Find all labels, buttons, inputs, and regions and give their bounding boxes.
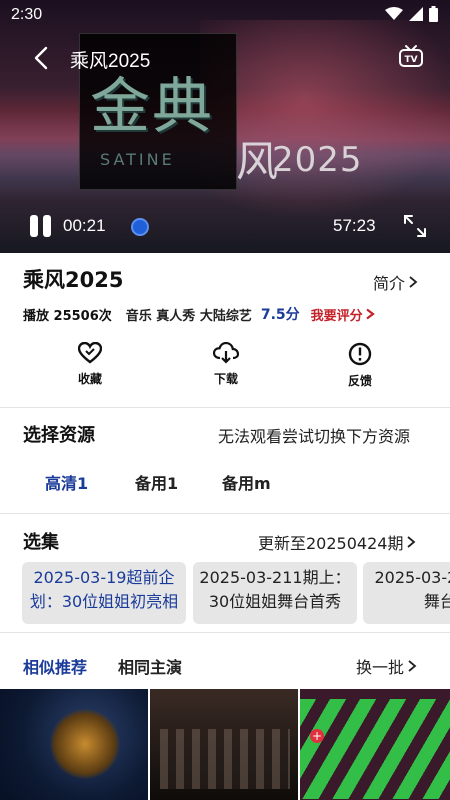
refresh-label: 换一批 <box>356 658 405 677</box>
divider <box>0 632 450 633</box>
source-tab-backup1[interactable]: 备用1 <box>135 470 178 494</box>
chevron-right-icon <box>409 276 418 288</box>
episode-update-link[interactable]: 更新至20250424期 <box>258 530 416 554</box>
recommend-thumbnail[interactable]: + <box>300 689 450 800</box>
svg-text:TV: TV <box>404 55 417 65</box>
chevron-right-icon <box>365 308 375 320</box>
intro-label: 简介 <box>373 274 406 293</box>
player-title: 乘风2025 <box>70 51 151 72</box>
pause-bar-right <box>43 215 51 237</box>
show-meta: 播放 25506次 音乐 真人秀 大陆综艺 7.5分 我要评分 <box>23 303 375 325</box>
signal-icon <box>409 7 423 21</box>
genre-tags: 音乐 真人秀 大陆综艺 <box>125 308 252 324</box>
recommend-thumbnail[interactable] <box>150 689 298 800</box>
pause-button[interactable] <box>28 213 54 239</box>
rate-label: 我要评分 <box>310 308 363 324</box>
feedback-label: 反馈 <box>347 374 372 388</box>
battery-icon <box>429 6 438 22</box>
player-top-bar: 乘风2025 TV <box>0 40 450 76</box>
status-time: 2:30 <box>11 6 43 23</box>
download-label: 下载 <box>213 372 238 386</box>
video-player[interactable]: 金典 SATINE 风 2025 2:30 乘风2025 TV 00:21 57… <box>0 0 450 253</box>
episode-card[interactable]: 2025-03-19超前企划：30位姐姐初亮相 <box>22 562 186 624</box>
expand-icon <box>404 215 426 237</box>
tab-similar[interactable]: 相似推荐 <box>23 654 87 678</box>
status-icons <box>385 6 438 22</box>
favorite-label: 收藏 <box>77 372 102 386</box>
pause-bar-left <box>30 215 38 237</box>
progress-slider-knob[interactable] <box>131 218 149 236</box>
wifi-icon <box>385 7 403 20</box>
intro-button[interactable]: 简介 <box>373 270 418 294</box>
heart-icon <box>78 342 102 364</box>
chevron-right-icon <box>407 536 416 548</box>
chevron-left-icon <box>34 46 48 70</box>
thumbnail-art <box>160 729 290 789</box>
cast-tv-button[interactable]: TV <box>397 43 425 71</box>
thumbnail-art <box>50 709 120 779</box>
video-frame-art-sub: SATINE <box>100 150 175 169</box>
total-time: 57:23 <box>333 216 376 235</box>
rate-button[interactable]: 我要评分 <box>311 305 375 324</box>
player-controls: 00:21 57:23 <box>0 205 450 245</box>
fullscreen-button[interactable] <box>402 213 428 239</box>
back-button[interactable] <box>28 44 54 72</box>
alert-icon <box>348 342 372 366</box>
current-time: 00:21 <box>63 216 106 235</box>
recommend-list: + <box>0 689 450 800</box>
favorite-button[interactable]: 收藏 <box>50 340 130 387</box>
tab-same-cast[interactable]: 相同主演 <box>118 654 182 678</box>
chevron-right-icon <box>408 660 417 672</box>
cloud-download-icon <box>213 342 239 364</box>
rating: 7.5分 <box>260 307 300 323</box>
source-hint: 无法观看尝试切换下方资源 <box>218 427 411 446</box>
tv-icon: TV <box>399 45 423 67</box>
play-count: 播放 25506次 <box>23 308 112 324</box>
feedback-button[interactable]: 反馈 <box>320 340 400 389</box>
divider <box>0 407 450 408</box>
recommend-tabs: 相似推荐 相同主演 换一批 <box>0 654 450 680</box>
recommend-thumbnail[interactable] <box>0 689 148 800</box>
episode-card[interactable]: 2025-03-21中：初舞台S <box>363 562 450 624</box>
source-section-title: 选择资源 <box>23 425 95 446</box>
download-button[interactable]: 下载 <box>186 340 266 387</box>
source-tab-hd1[interactable]: 高清1 <box>45 470 88 494</box>
thumbnail-art <box>300 699 450 799</box>
divider <box>0 513 450 514</box>
video-frame-art-3: 2025 <box>272 140 363 180</box>
action-bar: 收藏 下载 反馈 <box>0 340 450 396</box>
episode-list: 2025-03-19超前企划：30位姐姐初亮相 2025-03-211期上：30… <box>0 562 450 624</box>
episode-section-title: 选集 <box>23 532 59 553</box>
episode-card[interactable]: 2025-03-211期上：30位姐姐舞台首秀 <box>193 562 357 624</box>
refresh-button[interactable]: 换一批 <box>356 654 417 678</box>
add-icon: + <box>310 729 324 743</box>
episode-update-text: 更新至20250424期 <box>258 534 404 553</box>
source-tabs: 高清1 备用1 备用m <box>0 470 450 498</box>
source-tab-backupm[interactable]: 备用m <box>222 470 271 494</box>
show-title: 乘风2025 <box>23 268 124 292</box>
